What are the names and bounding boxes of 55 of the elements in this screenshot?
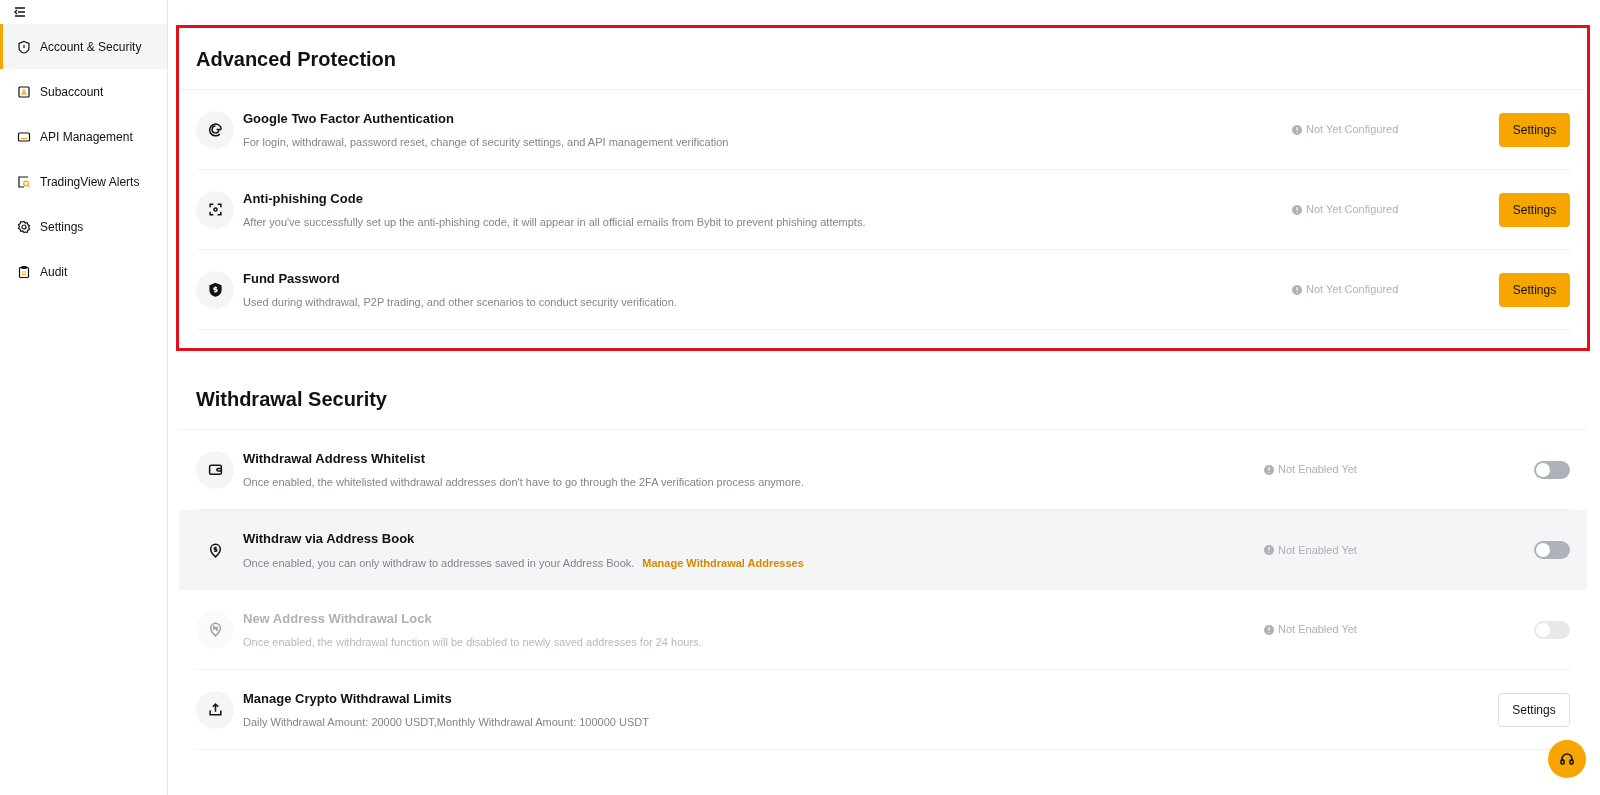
settings-button[interactable]: Settings (1499, 272, 1570, 307)
status-text: Not Enabled Yet (1278, 462, 1357, 478)
item-description: Once enabled, the whitelisted withdrawal addresses don't have to go through the 2FA verification process anymore. (243, 475, 804, 490)
info-icon (1264, 545, 1274, 555)
item-title: Withdrawal Address Whitelist (243, 449, 427, 468)
item-title: Google Two Factor Authentication (243, 109, 455, 128)
info-icon (1292, 204, 1302, 215)
toggle-switch[interactable] (1534, 541, 1570, 559)
item-title: Withdraw via Address Book (243, 530, 416, 548)
shield-icon (17, 39, 31, 54)
item-description: Once enabled, you can only withdraw to addresses saved in your Address Book. (243, 555, 635, 571)
sidebar-item[interactable]: Subaccount (0, 69, 167, 114)
info-icon (1292, 284, 1302, 295)
section-title: Withdrawal Security (179, 368, 1587, 430)
status-text: Not Enabled Yet (1278, 542, 1357, 558)
item-title: Manage Crypto Withdrawal Limits (243, 689, 453, 708)
support-chat-button[interactable] (1548, 740, 1586, 778)
item-title: Anti-phishing Code (243, 189, 364, 208)
item-description: Once enabled, the withdrawal function will be disabled to newly saved addresses for 24 hours. (243, 635, 702, 650)
status-text: Not Yet Configured (1306, 202, 1399, 218)
scan-icon (196, 190, 234, 229)
settings-button[interactable]: Settings (1498, 692, 1570, 727)
clipboard-icon (17, 264, 31, 279)
status-text: Not Yet Configured (1306, 122, 1399, 138)
sidebar-item[interactable]: API Management (0, 114, 167, 159)
info-icon (1264, 464, 1274, 475)
item-description: Daily Withdrawal Amount: 20000 USDT,Monthly Withdrawal Amount: 100000 USDT (243, 715, 649, 730)
item-title: Fund Password (243, 269, 341, 288)
settings-button[interactable]: Settings (1499, 192, 1570, 227)
api-icon (17, 129, 31, 144)
sidebar-item[interactable]: Account & Security (0, 24, 167, 69)
upload-icon (196, 690, 234, 729)
wallet-icon (196, 450, 234, 489)
toggle-switch[interactable] (1534, 460, 1570, 479)
headset-icon (1559, 751, 1575, 767)
location-pin-n-icon (196, 610, 234, 649)
chart-search-icon (17, 174, 31, 189)
item-description: For login, withdrawal, password reset, change of security settings, and API management verification (243, 135, 729, 150)
status-text: Not Enabled Yet (1278, 622, 1357, 638)
info-icon (1264, 624, 1274, 635)
sidebar-item[interactable]: TradingView Alerts (0, 159, 167, 204)
item-title: New Address Withdrawal Lock (243, 609, 433, 628)
settings-icon (17, 219, 31, 234)
item-description: Used during withdrawal, P2P trading, and other scenarios to conduct security verification. (243, 295, 677, 310)
sidebar-item[interactable]: Settings (0, 204, 167, 249)
settings-button[interactable]: Settings (1499, 112, 1570, 147)
item-description: After you've successfully set up the anti-phishing code, it will appear in all official emails from Bybit to prevent phishing attempts. (243, 215, 866, 230)
google-g-icon (196, 110, 234, 149)
menu-collapse-icon[interactable] (14, 7, 26, 17)
user-card-icon (17, 84, 31, 99)
shield-dollar-icon (196, 270, 234, 309)
sidebar-item[interactable]: Audit (0, 249, 167, 294)
status-text: Not Yet Configured (1306, 282, 1399, 298)
info-icon (1292, 124, 1302, 135)
section-title: Advanced Protection (179, 28, 1587, 90)
